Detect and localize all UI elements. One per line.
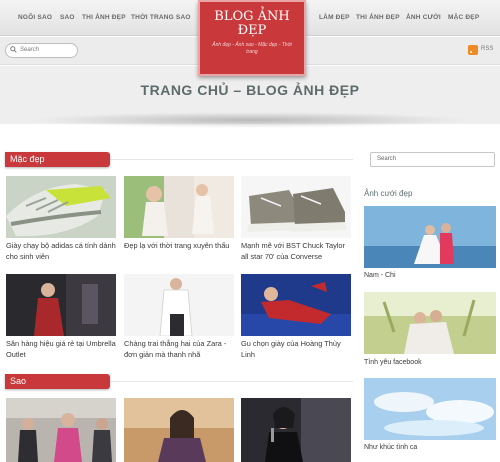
post-caption[interactable]: Săn hàng hiệu giá rẻ tại Umbrella Outlet [6, 338, 118, 360]
nav-item-mac-dep[interactable]: MẶC ĐẸP [448, 14, 479, 21]
sidebar-thumbnail[interactable] [364, 206, 496, 268]
page-title: TRANG CHỦ – BLOG ẢNH ĐẸP [140, 82, 360, 98]
post-caption[interactable]: Đẹp lạ với thời trang xuyên thấu [124, 240, 236, 251]
post-thumbnail[interactable] [6, 398, 116, 462]
sidebar-caption[interactable]: Như khúc tình ca [364, 444, 417, 451]
post-thumbnail[interactable] [6, 176, 116, 238]
post-caption[interactable]: Mạnh mẽ với BST Chuck Taylor all star 70… [241, 240, 353, 262]
rss-link[interactable]: RSS [481, 46, 493, 52]
sidebar-title: Ảnh cưới đẹp [364, 189, 413, 198]
sidebar-caption[interactable]: Nam - Chi [364, 272, 396, 279]
search-placeholder: Search [20, 47, 40, 53]
post-thumbnail[interactable] [124, 274, 234, 336]
post-thumbnail[interactable] [124, 398, 234, 462]
sidebar-search-placeholder: Search [377, 156, 397, 162]
band-shadow [30, 112, 470, 128]
nav-item-thoi-trang-sao[interactable]: THỜI TRANG SAO [131, 14, 191, 21]
post-thumbnail[interactable] [241, 398, 351, 462]
nav-item-sao[interactable]: SAO [60, 14, 75, 21]
post-thumbnail[interactable] [6, 274, 116, 336]
post-caption[interactable]: Giày chạy bộ adidas cá tính dành cho sin… [6, 240, 116, 262]
nav-item-thi-anh-dep[interactable]: THI ẢNH ĐẸP [82, 14, 126, 21]
post-thumbnail[interactable] [124, 176, 234, 238]
search-input[interactable]: Search [5, 43, 78, 58]
search-icon [10, 46, 17, 53]
nav-item-anh-cuoi[interactable]: ẢNH CƯỚI [406, 14, 441, 21]
post-thumbnail[interactable] [241, 176, 351, 238]
sidebar-thumbnail[interactable] [364, 378, 496, 440]
section-header-mac-dep[interactable]: Mặc đẹp [5, 152, 110, 167]
rss-icon[interactable] [468, 45, 478, 55]
sidebar-caption[interactable]: Tình yêu facebook [364, 359, 422, 366]
post-caption[interactable]: Gu chọn giày của Hoàng Thùy Linh [241, 338, 353, 360]
logo-tagline: Ảnh đẹp - Ảnh sao - Mặc đẹp - Thời trang [212, 42, 292, 55]
post-thumbnail[interactable] [241, 274, 351, 336]
logo-title: BLOG ẢNH ĐẸP [214, 9, 290, 38]
nav-item-thi-anh-dep-2[interactable]: THI ẢNH ĐẸP [356, 14, 400, 21]
section-header-sao[interactable]: Sao [5, 374, 110, 389]
post-caption[interactable]: Chàng trai thắng hai của Zara - đơn giản… [124, 338, 236, 360]
sidebar-thumbnail[interactable] [364, 292, 496, 354]
site-logo[interactable]: BLOG ẢNH ĐẸP Ảnh đẹp - Ảnh sao - Mặc đẹp… [198, 0, 306, 76]
sidebar-search-input[interactable]: Search [370, 152, 495, 167]
nav-item-ngoi-sao[interactable]: NGÔI SAO [18, 14, 52, 21]
nav-item-lam-dep[interactable]: LÀM ĐẸP [319, 14, 350, 21]
